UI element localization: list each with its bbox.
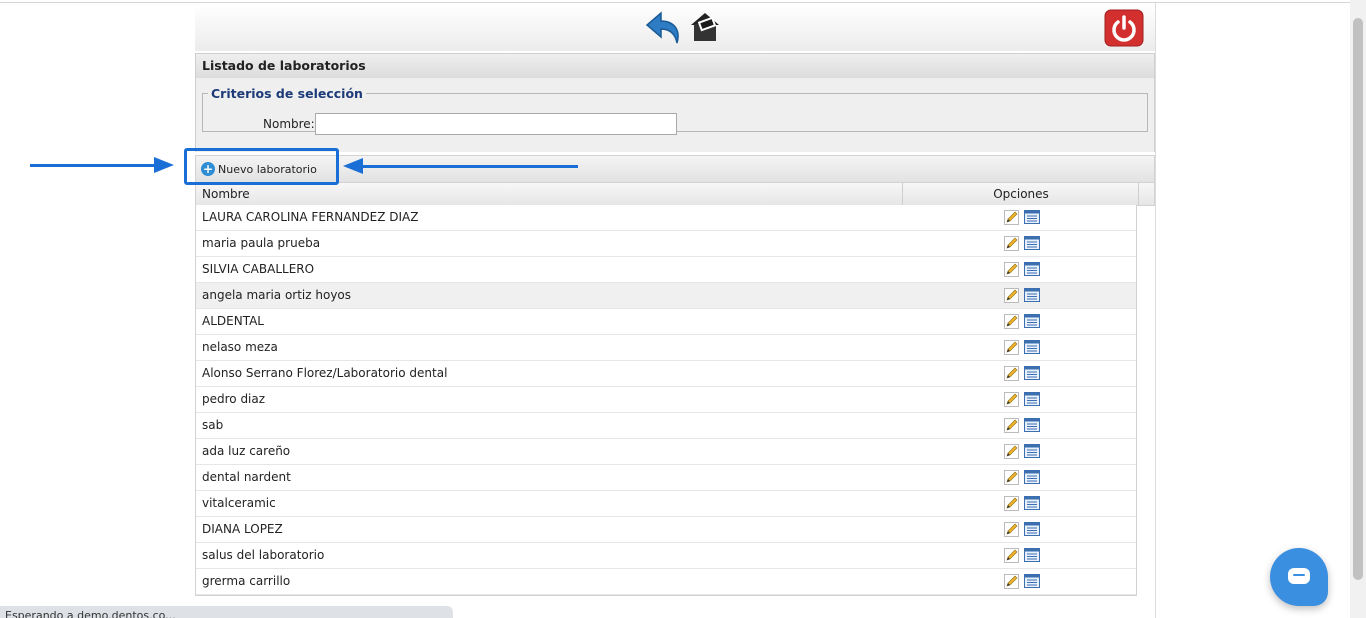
app-window: Listado de laboratorios Criterios de sel… [195, 3, 1156, 618]
row-name: dental nardent [202, 470, 291, 484]
power-icon[interactable] [1104, 9, 1144, 47]
page-scrollbar[interactable] [1350, 0, 1366, 618]
column-header-opciones: Opciones [993, 187, 1049, 201]
table-row[interactable]: dental nardent [196, 465, 1136, 491]
row-name: ada luz careño [202, 444, 291, 458]
annotation-arrowhead-left [343, 158, 363, 174]
browser-status-bar: Esperando a demo.dentos.co... [0, 606, 453, 618]
row-name: grerma carrillo [202, 574, 291, 588]
page-title: Listado de laboratorios [202, 58, 366, 73]
edit-pencil-icon[interactable] [1004, 288, 1019, 303]
annotation-arrow-left [360, 165, 578, 168]
edit-pencil-icon[interactable] [1004, 236, 1019, 251]
table-row[interactable]: DIANA LOPEZ [196, 517, 1136, 543]
table-row[interactable]: Alonso Serrano Florez/Laboratorio dental [196, 361, 1136, 387]
scrollbar-thumb[interactable] [1353, 18, 1363, 580]
table-row[interactable]: grerma carrillo [196, 569, 1136, 595]
table-row[interactable]: SILVIA CABALLERO [196, 257, 1136, 283]
edit-pencil-icon[interactable] [1004, 366, 1019, 381]
annotation-arrowhead-right [154, 157, 174, 173]
criteria-section: Criterios de selección Nombre: [195, 78, 1155, 152]
edit-pencil-icon[interactable] [1004, 340, 1019, 355]
table-row[interactable]: salus del laboratorio [196, 543, 1136, 569]
annotation-arrow-right [30, 164, 158, 167]
table-row[interactable]: pedro diaz [196, 387, 1136, 413]
row-name: nelaso meza [202, 340, 278, 354]
status-text: Esperando a demo.dentos.co... [5, 609, 176, 618]
nombre-label: Nombre: [263, 117, 315, 131]
edit-pencil-icon[interactable] [1004, 470, 1019, 485]
details-list-icon[interactable] [1024, 574, 1040, 588]
edit-pencil-icon[interactable] [1004, 444, 1019, 459]
edit-pencil-icon[interactable] [1004, 548, 1019, 563]
chat-widget-button[interactable] [1270, 548, 1328, 606]
table-row[interactable]: ada luz careño [196, 439, 1136, 465]
details-list-icon[interactable] [1024, 470, 1040, 484]
app-header [195, 3, 1155, 51]
table-row[interactable]: maria paula prueba [196, 231, 1136, 257]
row-name: salus del laboratorio [202, 548, 325, 562]
row-name: vitalceramic [202, 496, 276, 510]
table-row[interactable]: ALDENTAL [196, 309, 1136, 335]
row-name: sab [202, 418, 224, 432]
details-list-icon[interactable] [1024, 444, 1040, 458]
edit-pencil-icon[interactable] [1004, 522, 1019, 537]
panel-title-bar: Listado de laboratorios [195, 53, 1155, 79]
row-name: pedro diaz [202, 392, 266, 406]
table-row[interactable]: sab [196, 413, 1136, 439]
details-list-icon[interactable] [1024, 548, 1040, 562]
row-name: angela maria ortiz hoyos [202, 288, 352, 302]
row-name: LAURA CAROLINA FERNANDEZ DIAZ [202, 210, 419, 224]
row-name: SILVIA CABALLERO [202, 262, 315, 276]
row-name: DIANA LOPEZ [202, 522, 283, 536]
row-name: maria paula prueba [202, 236, 321, 250]
row-name: Alonso Serrano Florez/Laboratorio dental [202, 366, 448, 380]
details-list-icon[interactable] [1024, 522, 1040, 536]
table-row[interactable]: angela maria ortiz hoyos [196, 283, 1136, 309]
table-row[interactable]: nelaso meza [196, 335, 1136, 361]
details-list-icon[interactable] [1024, 210, 1040, 224]
table-row[interactable]: vitalceramic [196, 491, 1136, 517]
column-header-nombre[interactable]: Nombre [202, 187, 250, 201]
details-list-icon[interactable] [1024, 496, 1040, 510]
edit-pencil-icon[interactable] [1004, 418, 1019, 433]
grid-toolbar: + Nuevo laboratorio [195, 155, 1155, 183]
grid-header: Nombre Opciones [195, 182, 1155, 206]
criteria-fieldset: Criterios de selección Nombre: [202, 86, 1148, 135]
edit-pencil-icon[interactable] [1004, 314, 1019, 329]
edit-pencil-icon[interactable] [1004, 574, 1019, 589]
details-list-icon[interactable] [1024, 340, 1040, 354]
details-list-icon[interactable] [1024, 236, 1040, 250]
details-list-icon[interactable] [1024, 392, 1040, 406]
nombre-input[interactable] [315, 113, 677, 135]
annotation-highlight-box [184, 148, 339, 185]
details-list-icon[interactable] [1024, 366, 1040, 380]
edit-pencil-icon[interactable] [1004, 496, 1019, 511]
details-list-icon[interactable] [1024, 418, 1040, 432]
criteria-legend: Criterios de selección [211, 86, 363, 101]
details-list-icon[interactable] [1024, 288, 1040, 302]
back-arrow-icon[interactable] [643, 7, 685, 49]
row-name: ALDENTAL [202, 314, 264, 328]
chat-bubble-icon [1288, 568, 1310, 584]
grid-body: LAURA CAROLINA FERNANDEZ DIAZ maria paula… [195, 205, 1137, 596]
edit-pencil-icon[interactable] [1004, 210, 1019, 225]
column-divider [1138, 183, 1139, 205]
home-icon[interactable] [685, 7, 725, 47]
details-list-icon[interactable] [1024, 262, 1040, 276]
edit-pencil-icon[interactable] [1004, 262, 1019, 277]
edit-pencil-icon[interactable] [1004, 392, 1019, 407]
table-row[interactable]: LAURA CAROLINA FERNANDEZ DIAZ [196, 205, 1136, 231]
details-list-icon[interactable] [1024, 314, 1040, 328]
